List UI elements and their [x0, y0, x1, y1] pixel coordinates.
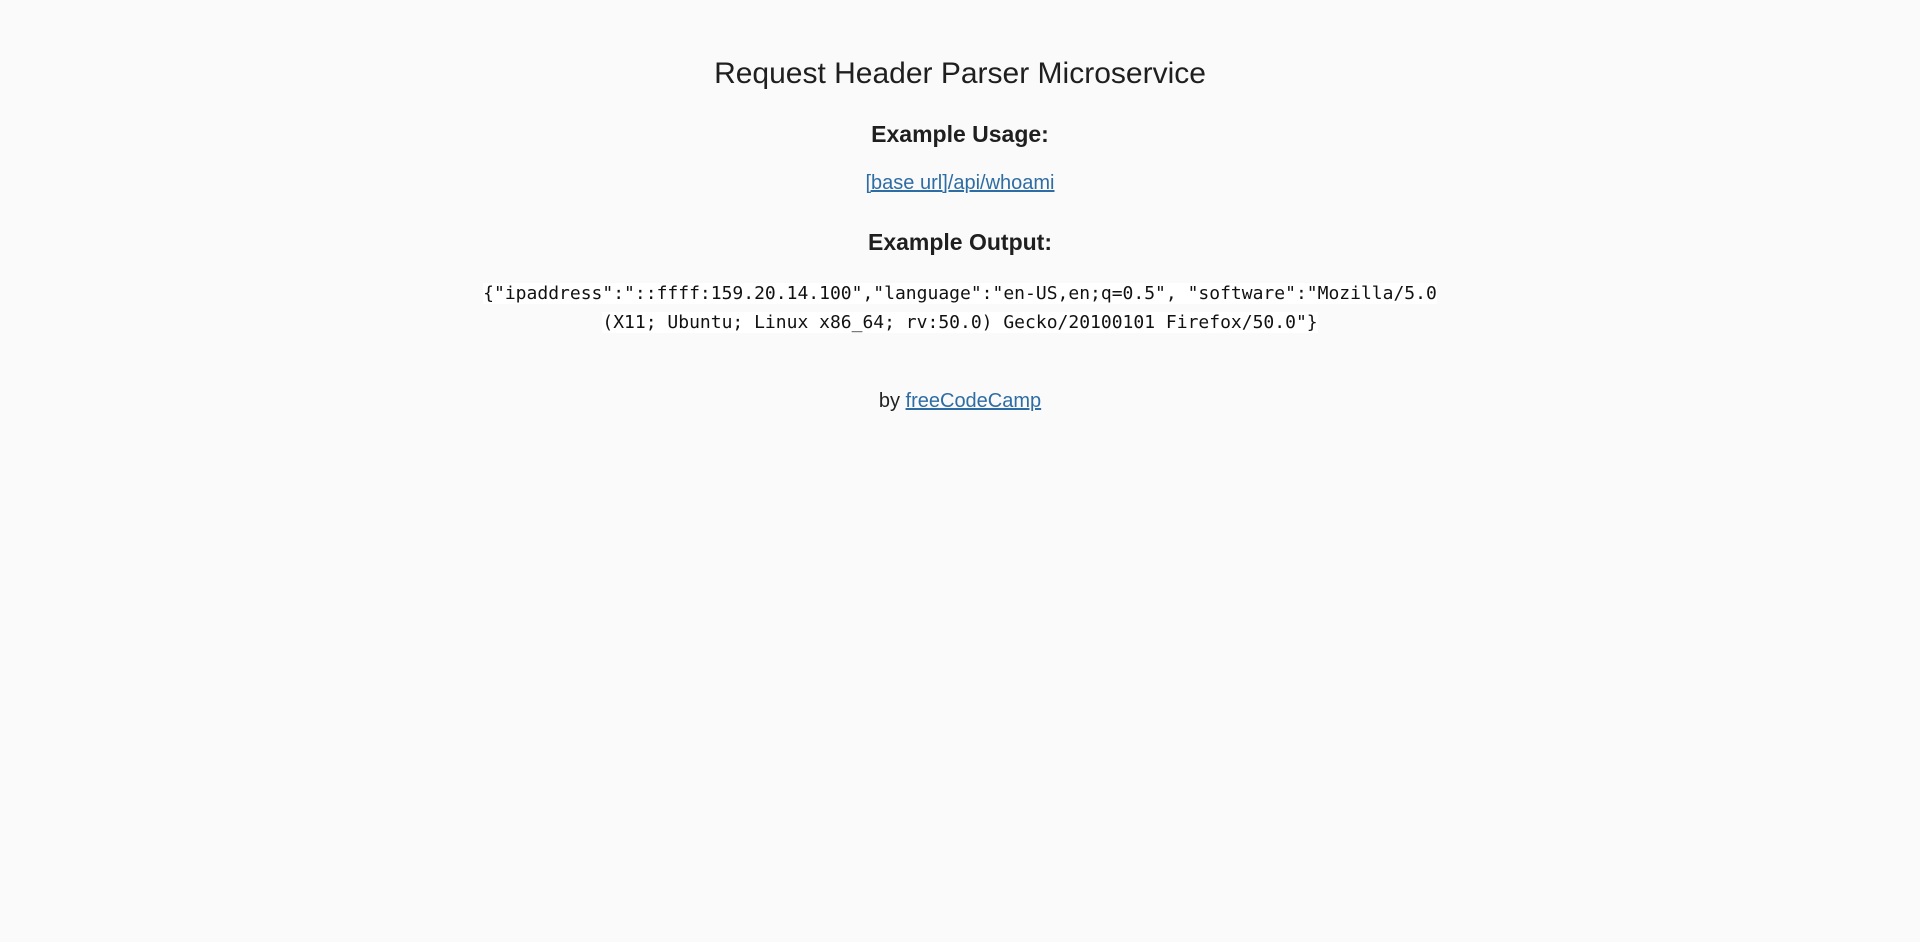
example-usage-heading: Example Usage:	[871, 121, 1049, 147]
example-output-heading: Example Output:	[867, 229, 1052, 255]
example-output-block: {"ipaddress":"::ffff:159.20.14.100","lan…	[460, 279, 1460, 337]
footer-by-text: by	[878, 390, 900, 412]
whoami-endpoint-link[interactable]: [base url]/api/whoami	[866, 170, 1055, 196]
example-output-code: {"ipaddress":"::ffff:159.20.14.100","lan…	[483, 283, 1437, 333]
page-container: Request Header Parser Microservice Examp…	[0, 0, 1920, 414]
footer-credit: by freeCodeCamp	[0, 388, 1920, 414]
freecodecamp-link[interactable]: freeCodeCamp	[906, 390, 1042, 412]
page-title: Request Header Parser Microservice	[714, 57, 1206, 90]
